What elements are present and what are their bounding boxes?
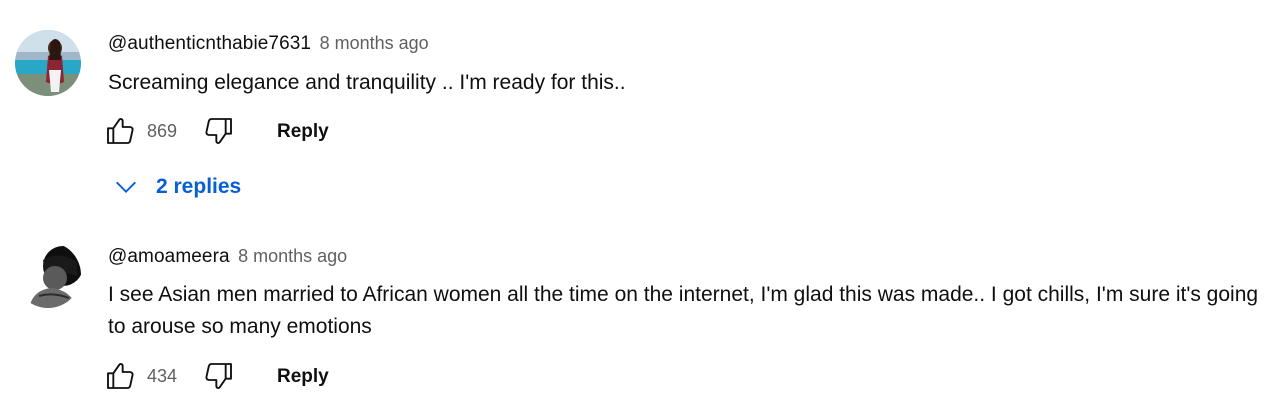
- dislike-icon: [205, 118, 232, 144]
- like-count: 434: [147, 366, 178, 386]
- comment-text: I see Asian men married to African women…: [108, 283, 1259, 338]
- comment-timestamp[interactable]: 8 months ago: [238, 246, 347, 266]
- comment-author[interactable]: @amoameera: [108, 246, 230, 267]
- dislike-button[interactable]: [202, 359, 236, 393]
- like-icon: [107, 118, 134, 144]
- chevron-down-icon: [116, 181, 136, 193]
- reply-button[interactable]: Reply: [277, 366, 329, 388]
- like-count: 869: [147, 121, 178, 141]
- dislike-button[interactable]: [202, 114, 236, 148]
- reply-button[interactable]: Reply: [277, 121, 329, 143]
- like-button[interactable]: [103, 359, 137, 393]
- comment-author[interactable]: @authenticnthabie7631: [108, 33, 311, 54]
- comment-header: @authenticnthabie7631 8 months ago: [108, 33, 429, 55]
- comment-text: Screaming elegance and tranquility .. I'…: [108, 71, 626, 94]
- like-button[interactable]: [103, 114, 137, 148]
- avatar-photo: [15, 242, 81, 308]
- avatar[interactable]: [15, 30, 81, 96]
- view-replies-button[interactable]: 2 replies: [112, 173, 241, 201]
- like-icon: [107, 363, 134, 389]
- avatar[interactable]: [15, 242, 81, 308]
- dislike-icon: [205, 363, 232, 389]
- comment-timestamp[interactable]: 8 months ago: [320, 33, 429, 53]
- avatar-photo: [15, 30, 81, 96]
- replies-count-label: 2 replies: [156, 175, 242, 198]
- comment-header: @amoameera 8 months ago: [108, 246, 347, 268]
